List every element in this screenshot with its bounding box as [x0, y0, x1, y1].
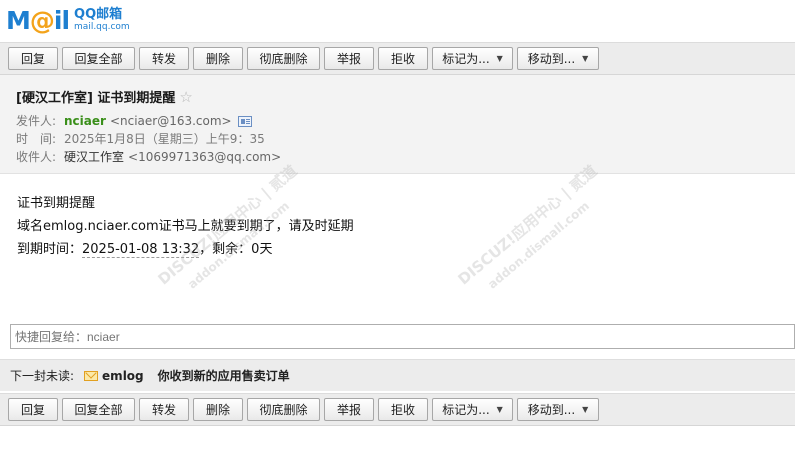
body-line-title: 证书到期提醒 — [17, 196, 96, 211]
mail-header: [硬汉工作室] 证书到期提醒 ☆ 发件人: nciaer <nciaer@163… — [0, 75, 795, 174]
next-unread-subject[interactable]: 你收到新的应用售卖订单 — [158, 367, 290, 384]
report-button[interactable]: 举报 — [324, 398, 374, 421]
quick-reply-area — [0, 317, 795, 355]
mail-toolbar-top: 回复 回复全部 转发 删除 彻底删除 举报 拒收 标记为... ▼ 移动到... ▼ — [0, 42, 795, 75]
forward-button[interactable]: 转发 — [139, 47, 189, 70]
move-to-label: 移动到... — [527, 52, 576, 66]
mark-as-dropdown[interactable]: 标记为... ▼ — [432, 47, 513, 70]
expiry-prefix: 到期时间： — [17, 242, 83, 257]
mark-as-dropdown[interactable]: 标记为... ▼ — [432, 398, 513, 421]
reply-all-button[interactable]: 回复全部 — [62, 47, 135, 70]
chevron-down-icon: ▼ — [582, 405, 589, 414]
body-line-notice: 域名emlog.nciaer.com证书马上就要到期了，请及时延期 — [17, 219, 354, 234]
recipient-address: <1069971363@qq.com> — [128, 150, 282, 164]
purge-button[interactable]: 彻底删除 — [247, 398, 320, 421]
logo-wordmark: M@il — [6, 6, 70, 35]
sender-row: 发件人: nciaer <nciaer@163.com> — [16, 112, 779, 130]
expiry-date[interactable]: 2025-01-08 13:32 — [82, 242, 200, 258]
contact-card-icon[interactable] — [237, 115, 252, 127]
move-to-dropdown[interactable]: 移动到... ▼ — [517, 47, 599, 70]
chevron-down-icon: ▼ — [496, 405, 503, 414]
move-to-dropdown[interactable]: 移动到... ▼ — [517, 398, 599, 421]
delete-button[interactable]: 删除 — [193, 47, 243, 70]
expiry-suffix: ，剩余：0天 — [199, 242, 273, 257]
chevron-down-icon: ▼ — [496, 54, 503, 63]
next-unread-from[interactable]: emlog — [102, 369, 144, 383]
move-to-label: 移动到... — [527, 403, 576, 417]
mail-body: 证书到期提醒 域名emlog.nciaer.com证书马上就要到期了，请及时延期… — [0, 162, 795, 317]
next-unread-bar: 下一封未读: emlog 你收到新的应用售卖订单 — [0, 359, 795, 391]
sender-address: <nciaer@163.com> — [109, 114, 232, 128]
logo-product: QQ邮箱 — [74, 7, 123, 22]
purge-button[interactable]: 彻底删除 — [247, 47, 320, 70]
quick-reply-input[interactable] — [10, 324, 795, 349]
time-value: 2025年1月8日（星期三）上午9：35 — [64, 132, 265, 146]
star-icon[interactable]: ☆ — [179, 88, 192, 106]
mark-as-label: 标记为... — [442, 52, 490, 66]
logo-subtitle: QQ邮箱 mail.qq.com — [74, 7, 130, 33]
reply-all-button[interactable]: 回复全部 — [62, 398, 135, 421]
reject-button[interactable]: 拒收 — [378, 398, 428, 421]
envelope-icon — [84, 370, 99, 381]
chevron-down-icon: ▼ — [582, 54, 589, 63]
sender-name[interactable]: nciaer — [64, 112, 106, 130]
recipient-row: 收件人: 硬汉工作室 <1069971363@qq.com> — [16, 148, 779, 166]
mail-toolbar-bottom: 回复 回复全部 转发 删除 彻底删除 举报 拒收 标记为... ▼ 移动到... ▼ — [0, 393, 795, 426]
reject-button[interactable]: 拒收 — [378, 47, 428, 70]
qq-mail-logo[interactable]: M@il QQ邮箱 mail.qq.com — [6, 8, 130, 34]
time-label: 时 间: — [16, 132, 57, 146]
mark-as-label: 标记为... — [442, 403, 490, 417]
next-unread-label: 下一封未读: — [10, 369, 75, 383]
recipient-label: 收件人: — [16, 150, 57, 164]
top-bar: M@il QQ邮箱 mail.qq.com — [0, 0, 795, 42]
forward-button[interactable]: 转发 — [139, 398, 189, 421]
sender-label: 发件人: — [16, 114, 57, 128]
time-row: 时 间: 2025年1月8日（星期三）上午9：35 — [16, 130, 779, 148]
report-button[interactable]: 举报 — [324, 47, 374, 70]
delete-button[interactable]: 删除 — [193, 398, 243, 421]
subject-text: [硬汉工作室] 证书到期提醒 — [16, 91, 176, 106]
reply-button[interactable]: 回复 — [8, 398, 58, 421]
reply-button[interactable]: 回复 — [8, 47, 58, 70]
recipient-name[interactable]: 硬汉工作室 — [64, 148, 124, 166]
body-line-expiry: 到期时间：2025-01-08 13:32，剩余：0天 — [17, 238, 778, 261]
logo-domain: mail.qq.com — [74, 22, 130, 32]
mail-subject: [硬汉工作室] 证书到期提醒 ☆ — [16, 87, 779, 107]
